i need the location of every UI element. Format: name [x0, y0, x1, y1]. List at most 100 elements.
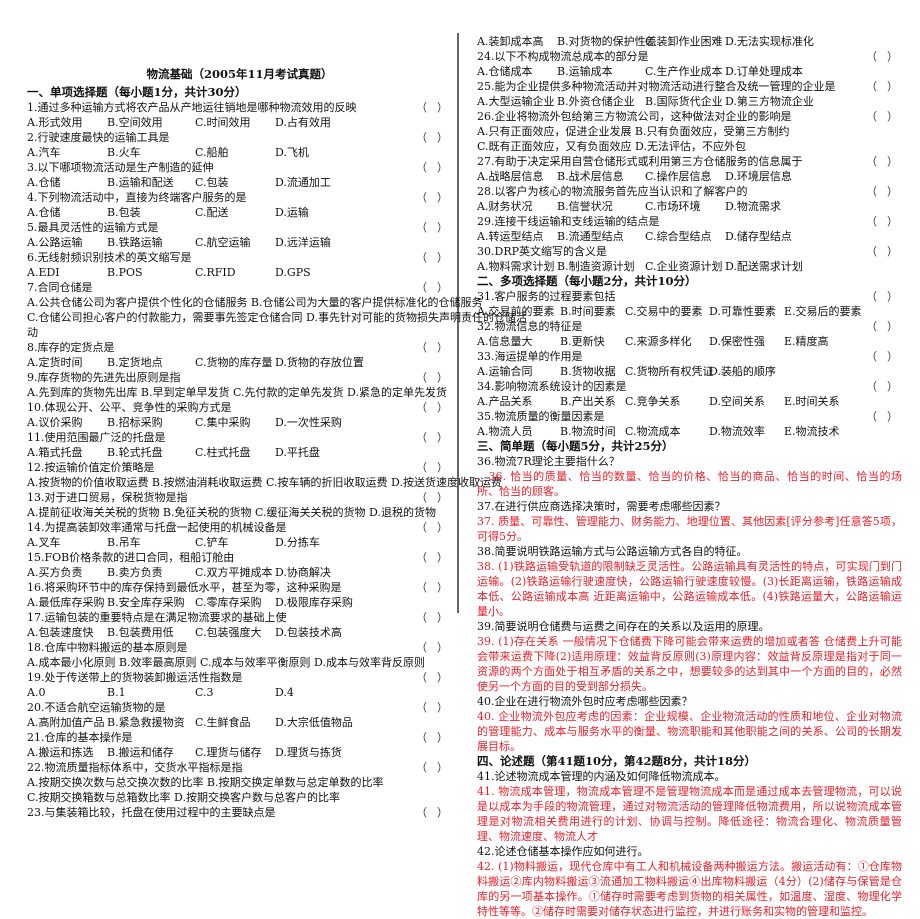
option-c[interactable]: C.航空运输 [195, 235, 251, 250]
option-d[interactable]: D.货物的存放位置 [275, 355, 364, 370]
option-b[interactable]: B.产出关系 [560, 394, 616, 409]
option-a[interactable]: A.大型运输企业 [477, 94, 554, 109]
option-c[interactable]: C.操作层信息 [645, 169, 712, 184]
answer-blank[interactable]: （） [416, 580, 448, 595]
answer-blank[interactable]: （） [416, 160, 448, 175]
answer-blank[interactable]: （） [866, 379, 898, 394]
option-c[interactable]: C.RFID [195, 265, 236, 280]
option-c[interactable]: C.包装强度大 [195, 625, 262, 640]
option-d[interactable]: D.大宗低值物品 [275, 715, 353, 730]
option-d[interactable]: D.4 [275, 685, 294, 700]
answer-blank[interactable]: （） [416, 640, 448, 655]
answer-blank[interactable]: （） [416, 100, 448, 115]
option-a[interactable]: A.汽车 [27, 145, 60, 160]
option-a[interactable]: A.高附加值产品 [27, 715, 104, 730]
answer-blank[interactable]: （） [416, 250, 448, 265]
option-d[interactable]: D.物流效率 [709, 424, 765, 439]
option-d[interactable]: D.包装技术高 [275, 625, 342, 640]
option-b[interactable]: B.对货物的保护性差 [557, 34, 657, 49]
option-c[interactable]: C.市场环境 [645, 199, 701, 214]
answer-blank[interactable]: （） [416, 490, 448, 505]
option-e[interactable]: E.时间关系 [784, 394, 840, 409]
option-c[interactable]: C.时间效用 [195, 115, 251, 130]
option-b[interactable]: B.空间效用 [107, 115, 163, 130]
option-b[interactable]: B.招标采购 [107, 415, 163, 430]
option-a[interactable]: A.交易前的要素 [477, 304, 554, 319]
option-d[interactable]: D.平托盘 [275, 445, 320, 460]
option-d[interactable]: D.空间关系 [709, 394, 765, 409]
answer-blank[interactable]: （） [416, 760, 448, 775]
answer-blank[interactable]: （） [866, 214, 898, 229]
option-b[interactable]: B.吊车 [107, 535, 141, 550]
option-a[interactable]: A.物料需求计划 [477, 259, 554, 274]
option-a[interactable]: A.物流人员 [477, 424, 532, 439]
answer-blank[interactable]: （） [416, 220, 448, 235]
option-c[interactable]: C.综合型结点 [645, 229, 712, 244]
option-a[interactable]: A.包装速度快 [27, 625, 93, 640]
option-a[interactable]: A.信息量大 [477, 334, 532, 349]
option-b[interactable]: B.信誉状况 [557, 199, 613, 214]
option-d[interactable]: D.流通加工 [275, 175, 331, 190]
answer-blank[interactable]: （） [416, 190, 448, 205]
option-b[interactable]: B.轮式托盘 [107, 445, 163, 460]
option-b[interactable]: B.火车 [107, 145, 141, 160]
option-b[interactable]: B.运输和配送 [107, 175, 174, 190]
option-d[interactable]: D.无法实现标准化 [725, 34, 814, 49]
option-d[interactable]: D.订单处理成本 [725, 64, 803, 79]
option-b[interactable]: B.定货地点 [107, 355, 163, 370]
option-a[interactable]: A.议价采购 [27, 415, 82, 430]
answer-blank[interactable]: （） [416, 730, 448, 745]
option-d[interactable]: D.运输 [275, 205, 309, 220]
option-d[interactable]: D.一次性采购 [275, 415, 342, 430]
option-c[interactable]: C.集中采购 [195, 415, 251, 430]
option-b[interactable]: B.物流时间 [560, 424, 616, 439]
option-c[interactable]: C.生产作业成本 [645, 64, 723, 79]
option-a[interactable]: A.公路运输 [27, 235, 82, 250]
answer-blank[interactable]: （） [416, 550, 448, 565]
answer-blank[interactable]: （） [866, 109, 898, 124]
option-c[interactable]: C.交易中的要素 [625, 304, 703, 319]
option-b[interactable]: B.POS [107, 265, 143, 280]
answer-blank[interactable]: （） [416, 610, 448, 625]
option-b[interactable]: B.时间要素 [560, 304, 616, 319]
option-d[interactable]: D.理货与拣货 [275, 745, 342, 760]
option-b[interactable]: B.外资仓储企业 [557, 94, 635, 109]
answer-blank[interactable]: （） [866, 289, 898, 304]
option-c[interactable]: B.国际货代企业 [645, 94, 723, 109]
option-c[interactable]: C.装卸作业困难 [645, 34, 723, 49]
option-c[interactable]: C.生鲜食品 [195, 715, 251, 730]
option-e[interactable]: E.物流技术 [784, 424, 840, 439]
answer-blank[interactable]: （） [416, 280, 448, 295]
option-d[interactable]: D.可靠性要素 [709, 304, 776, 319]
option-a[interactable]: A.买方负责 [27, 565, 82, 580]
option-c[interactable]: C.铲车 [195, 535, 229, 550]
answer-blank[interactable]: （） [866, 184, 898, 199]
option-c[interactable]: C.货物的库存量 [195, 355, 273, 370]
option-a[interactable]: A.形式效用 [27, 115, 82, 130]
option-a[interactable]: A.最低库存采购 [27, 595, 104, 610]
answer-blank[interactable]: （） [416, 460, 448, 475]
option-a[interactable]: A.0 [27, 685, 45, 700]
answer-blank[interactable]: （） [866, 409, 898, 424]
option-a[interactable]: A.仓储 [27, 175, 60, 190]
option-c[interactable]: C.柱式托盘 [195, 445, 251, 460]
option-b[interactable]: B.制造资源计划 [557, 259, 635, 274]
option-d[interactable]: D.储存型结点 [725, 229, 792, 244]
option-c[interactable]: C.物流成本 [625, 424, 681, 439]
option-d[interactable]: D.飞机 [275, 145, 309, 160]
option-a[interactable]: A.战略层信息 [477, 169, 543, 184]
option-b[interactable]: B.包装费用低 [107, 625, 174, 640]
option-b[interactable]: B.更新快 [560, 334, 605, 349]
option-d[interactable]: D.占有效用 [275, 115, 331, 130]
option-c[interactable]: C.船舶 [195, 145, 229, 160]
option-d[interactable]: D.环境层信息 [725, 169, 792, 184]
option-a[interactable]: A.财务状况 [477, 199, 532, 214]
answer-blank[interactable]: （） [416, 700, 448, 715]
option-c[interactable]: C.零库存采购 [195, 595, 262, 610]
option-a[interactable]: A.转运型结点 [477, 229, 543, 244]
option-c[interactable]: C.货物所有权凭证 [625, 364, 714, 379]
option-b[interactable]: B.搬运和储存 [107, 745, 174, 760]
option-c[interactable]: C.竞争关系 [625, 394, 681, 409]
option-c[interactable]: C.理货与储存 [195, 745, 262, 760]
option-b[interactable]: B.战术层信息 [557, 169, 624, 184]
